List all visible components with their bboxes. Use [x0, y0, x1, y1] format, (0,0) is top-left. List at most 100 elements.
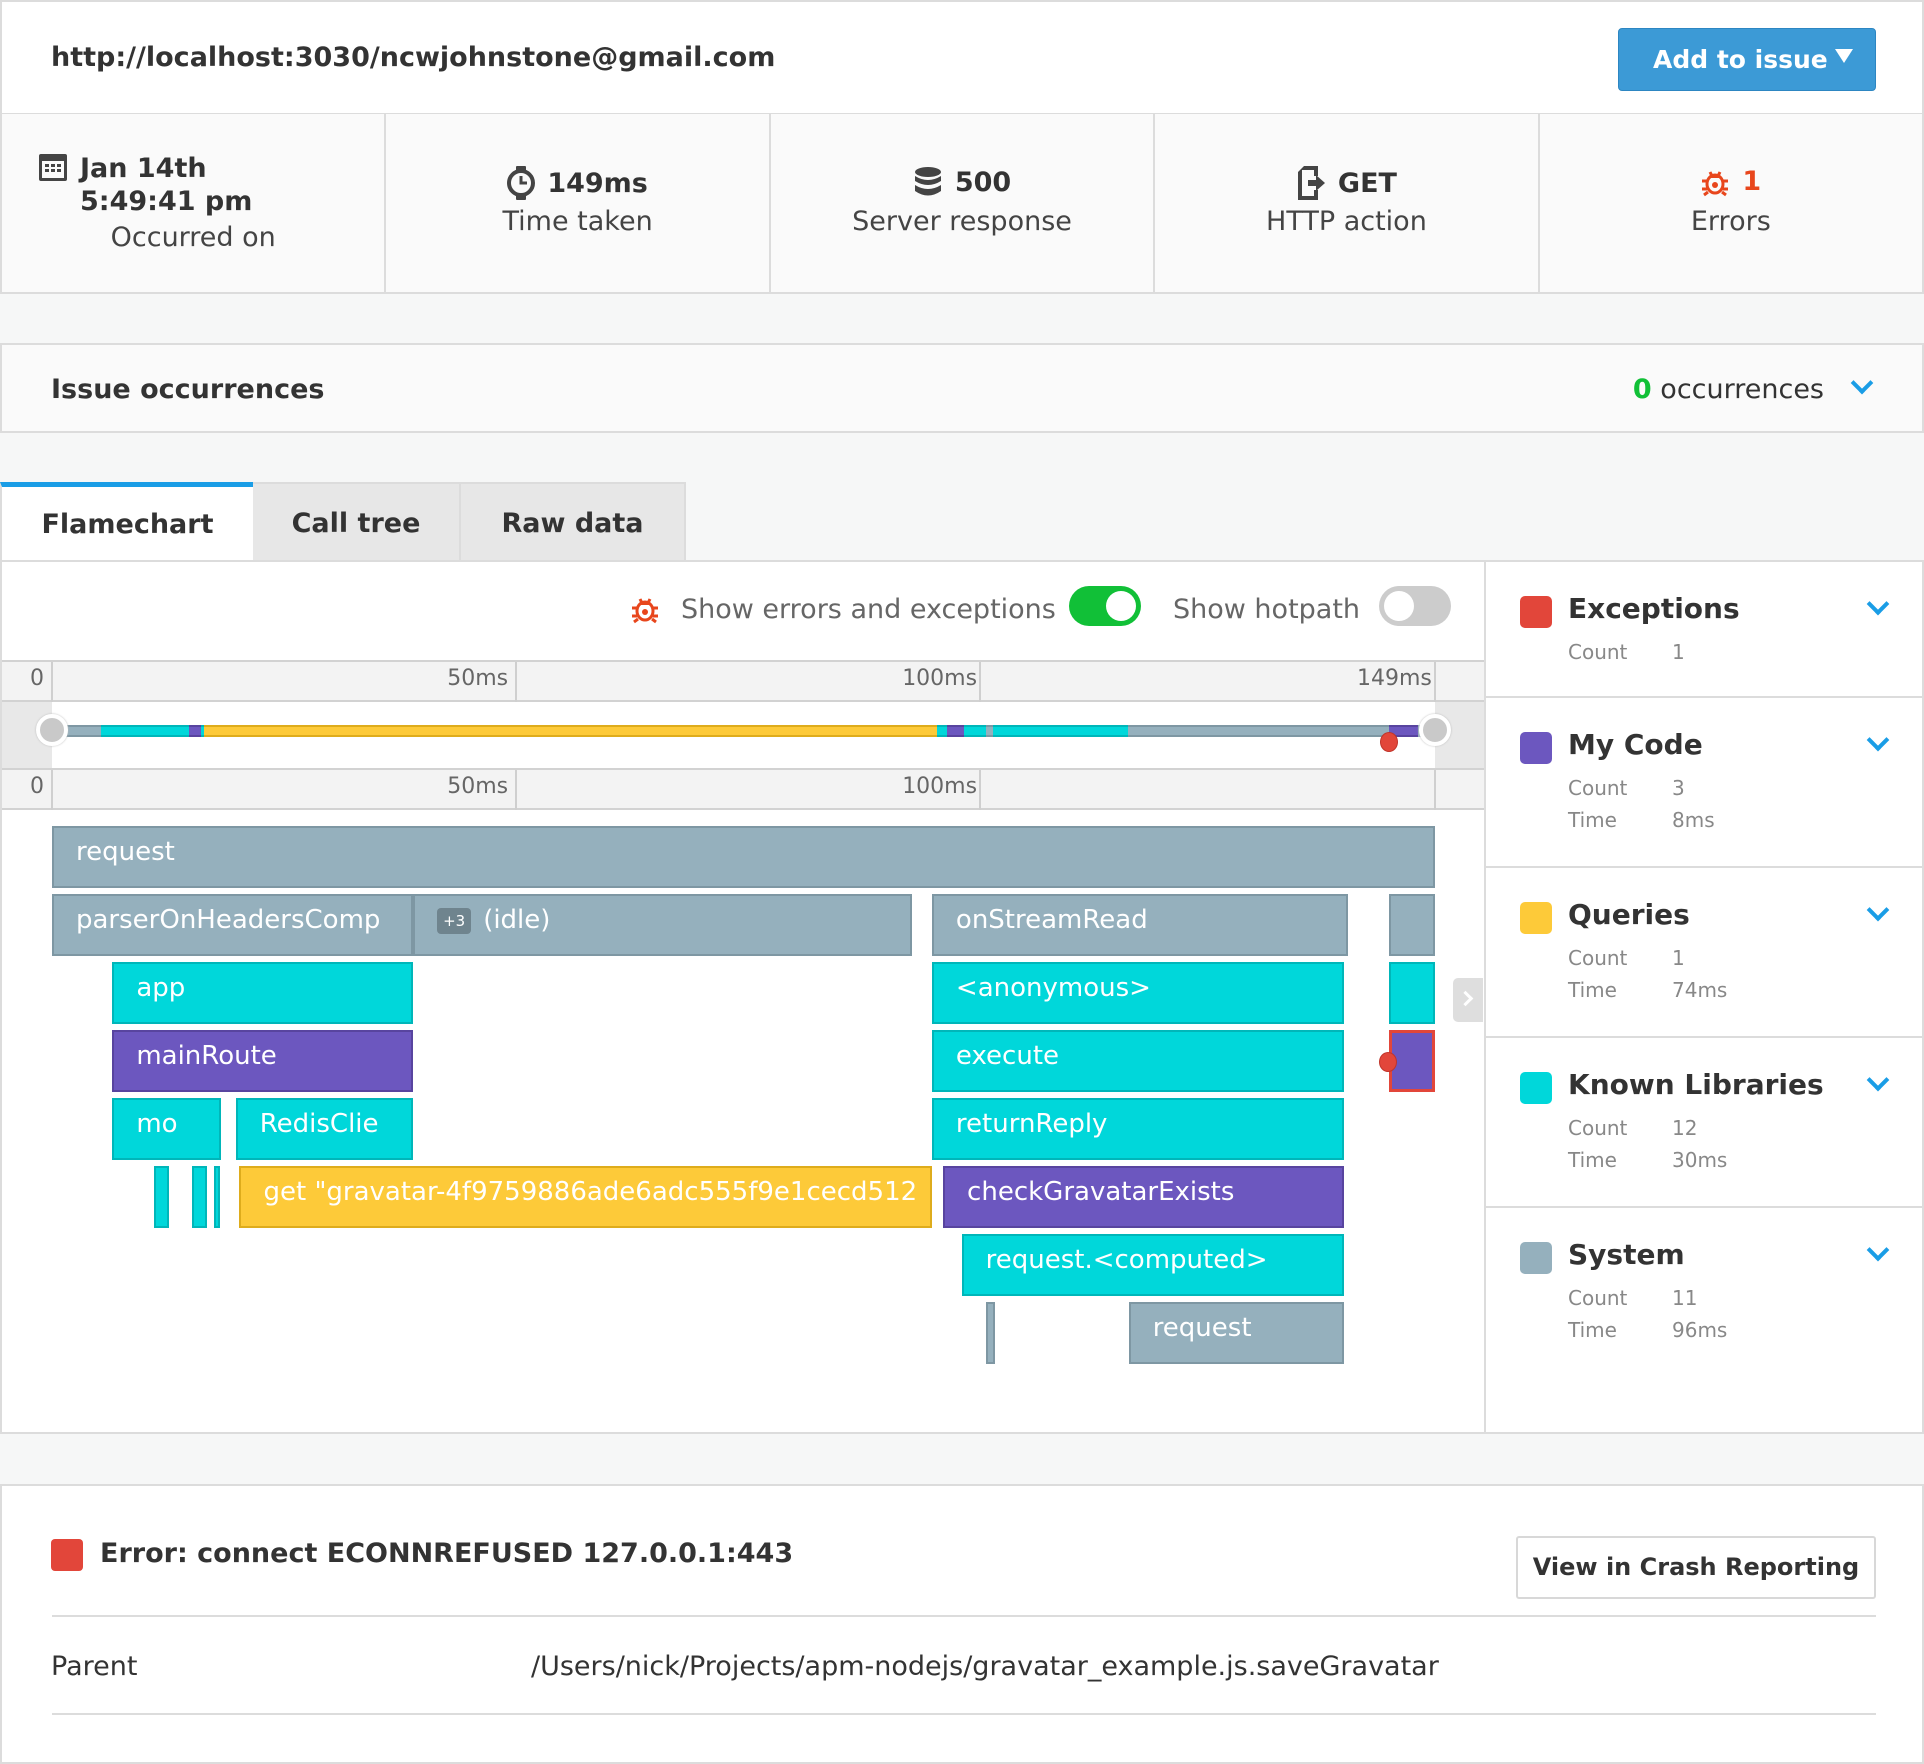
- parent-value: /Users/nick/Projects/apm-nodejs/gravatar…: [531, 1651, 1439, 1682]
- issue-occurrences-panel[interactable]: Issue occurrences 0 occurrences: [0, 343, 1924, 433]
- legend-stat-row: Time 96ms: [1568, 1318, 1727, 1342]
- flame-frame[interactable]: request.<computed>: [961, 1234, 1345, 1296]
- flame-graph: request parserOnHeadersComp +3 (idle) onStre…: [2, 826, 1484, 1386]
- legend-item-my-code[interactable]: My Code Count 3 Time 8ms: [1486, 698, 1924, 868]
- show-errors-label: Show errors and exceptions: [681, 594, 1056, 625]
- legend-color-swatch: [1520, 902, 1552, 934]
- flame-frame-label: app: [136, 973, 186, 1003]
- view-in-crash-reporting-button[interactable]: View in Crash Reporting: [1516, 1536, 1876, 1599]
- axis-tick-label: 50ms: [447, 666, 509, 691]
- legend-stat-row: Count 12: [1568, 1116, 1697, 1140]
- legend-stat-row: Count 3: [1568, 776, 1685, 800]
- expand-sidebar-button[interactable]: [1453, 978, 1483, 1022]
- flame-frame[interactable]: get "gravatar-4f9759886ade6adc555f9e1cec…: [239, 1166, 932, 1228]
- legend-stat-label: Count: [1568, 640, 1628, 664]
- add-to-issue-button[interactable]: Add to issue: [1618, 28, 1876, 91]
- legend-item-queries[interactable]: Queries Count 1 Time 74ms: [1486, 868, 1924, 1038]
- legend-stat-label: Time: [1568, 1148, 1617, 1172]
- chevron-down-icon[interactable]: [1866, 728, 1890, 752]
- flame-frame-label: get "gravatar-4f9759886ade6adc555f9e1cec…: [263, 1177, 918, 1207]
- legend-stat-value: 12: [1672, 1116, 1698, 1140]
- tab-flamechart[interactable]: Flamechart: [0, 482, 253, 562]
- legend-stat-label: Time: [1568, 978, 1617, 1002]
- flame-frame[interactable]: <anonymous>: [931, 962, 1345, 1024]
- flame-frame[interactable]: RedisClie: [235, 1098, 414, 1160]
- divider: [52, 1713, 1876, 1715]
- flame-frame[interactable]: returnReply: [931, 1098, 1345, 1160]
- flame-frame-label: (idle): [483, 905, 551, 935]
- tab-raw-data[interactable]: Raw data: [461, 482, 686, 562]
- overview-segment: [964, 725, 986, 737]
- axis-gridline: [51, 662, 53, 702]
- legend-stat-value: 11: [1672, 1286, 1698, 1310]
- chevron-down-icon[interactable]: [1850, 371, 1874, 395]
- flame-frame[interactable]: request: [52, 826, 1435, 888]
- flame-frame[interactable]: parserOnHeadersComp: [52, 894, 414, 956]
- legend-stat-value: 96ms: [1672, 1318, 1728, 1342]
- axis-gridline: [1434, 662, 1436, 702]
- legend-stat-label: Count: [1568, 1286, 1628, 1310]
- http-action-value: GET: [1337, 167, 1397, 199]
- flame-frame[interactable]: [213, 1166, 220, 1228]
- stat-occurred-on: Jan 14th 5:49:41 pm Occurred on: [2, 114, 387, 292]
- time-taken-value: 149ms: [547, 167, 648, 199]
- flame-frame[interactable]: onStreamRead: [931, 894, 1348, 956]
- add-to-issue-label: Add to issue: [1653, 45, 1828, 74]
- show-hotpath-toggle[interactable]: [1379, 586, 1451, 626]
- axis-gridline: [979, 770, 982, 810]
- flame-frame[interactable]: mainRoute: [112, 1030, 414, 1092]
- legend-item-system[interactable]: System Count 11 Time 96ms: [1486, 1208, 1924, 1432]
- caret-down-icon[interactable]: [1835, 49, 1853, 63]
- flame-frame[interactable]: execute: [931, 1030, 1345, 1092]
- axis-tick-label: 149ms: [1357, 666, 1432, 691]
- flame-frame[interactable]: [985, 1302, 996, 1364]
- flame-frame[interactable]: checkGravatarExists: [943, 1166, 1345, 1228]
- chevron-down-icon[interactable]: [1866, 1238, 1890, 1262]
- axis-tick-label: 0: [30, 774, 44, 799]
- parent-label: Parent: [51, 1651, 138, 1682]
- chevron-down-icon[interactable]: [1866, 898, 1890, 922]
- summary-stats: Jan 14th 5:49:41 pm Occurred on 149ms Ti…: [0, 114, 1924, 294]
- range-start-handle[interactable]: [36, 714, 68, 746]
- legend-stat-value: 8ms: [1672, 808, 1715, 832]
- calendar-icon: [38, 152, 68, 182]
- stat-time-taken: 149ms Time taken: [386, 114, 771, 292]
- legend-item-known-libraries[interactable]: Known Libraries Count 12 Time 30ms: [1486, 1038, 1924, 1208]
- flame-frame[interactable]: [1388, 962, 1435, 1024]
- toggle-knob: [1106, 591, 1136, 621]
- view-tabs: Flamechart Call tree Raw data: [0, 482, 686, 562]
- overview-segment: [101, 725, 190, 737]
- flame-frame[interactable]: [154, 1166, 169, 1228]
- tab-call-tree[interactable]: Call tree: [253, 482, 461, 562]
- server-response-caption: Server response: [852, 206, 1072, 237]
- legend-stat-label: Count: [1568, 1116, 1628, 1140]
- flame-frame[interactable]: mo: [112, 1098, 221, 1160]
- error-marker[interactable]: [1379, 732, 1398, 752]
- page-header: http://localhost:3030/ncwjohnstone@gmail…: [0, 0, 1924, 115]
- time-taken-caption: Time taken: [502, 206, 653, 237]
- flame-frame[interactable]: +3 (idle): [413, 894, 913, 956]
- legend-item-exceptions[interactable]: Exceptions Count 1: [1486, 562, 1924, 698]
- chevron-down-icon[interactable]: [1866, 1068, 1890, 1092]
- flame-frame[interactable]: [192, 1166, 207, 1228]
- show-errors-toggle[interactable]: [1069, 586, 1141, 626]
- legend-stat-row: Time 8ms: [1568, 808, 1715, 832]
- stat-errors: 1 Errors: [1540, 114, 1922, 292]
- flame-frame-label: RedisClie: [259, 1109, 379, 1139]
- legend-stat-label: Count: [1568, 946, 1628, 970]
- axis-tick-label: 100ms: [902, 774, 978, 799]
- axis-tick-label: 0: [30, 666, 44, 691]
- flame-frame[interactable]: [1388, 894, 1435, 956]
- collapsed-count-badge: +3: [437, 907, 472, 934]
- flame-frame-label: mainRoute: [136, 1041, 277, 1071]
- flame-frame[interactable]: request: [1128, 1302, 1345, 1364]
- flame-frame[interactable]: app: [112, 962, 414, 1024]
- legend-stat-label: Time: [1568, 808, 1617, 832]
- chevron-down-icon[interactable]: [1866, 592, 1890, 616]
- legend-stat-value: 1: [1672, 640, 1685, 664]
- legend-name: Exceptions: [1568, 592, 1740, 625]
- range-end-handle[interactable]: [1419, 714, 1451, 746]
- flame-frame-label: returnReply: [955, 1109, 1108, 1139]
- error-marker[interactable]: [1378, 1052, 1397, 1072]
- timeline-overview[interactable]: [2, 702, 1484, 768]
